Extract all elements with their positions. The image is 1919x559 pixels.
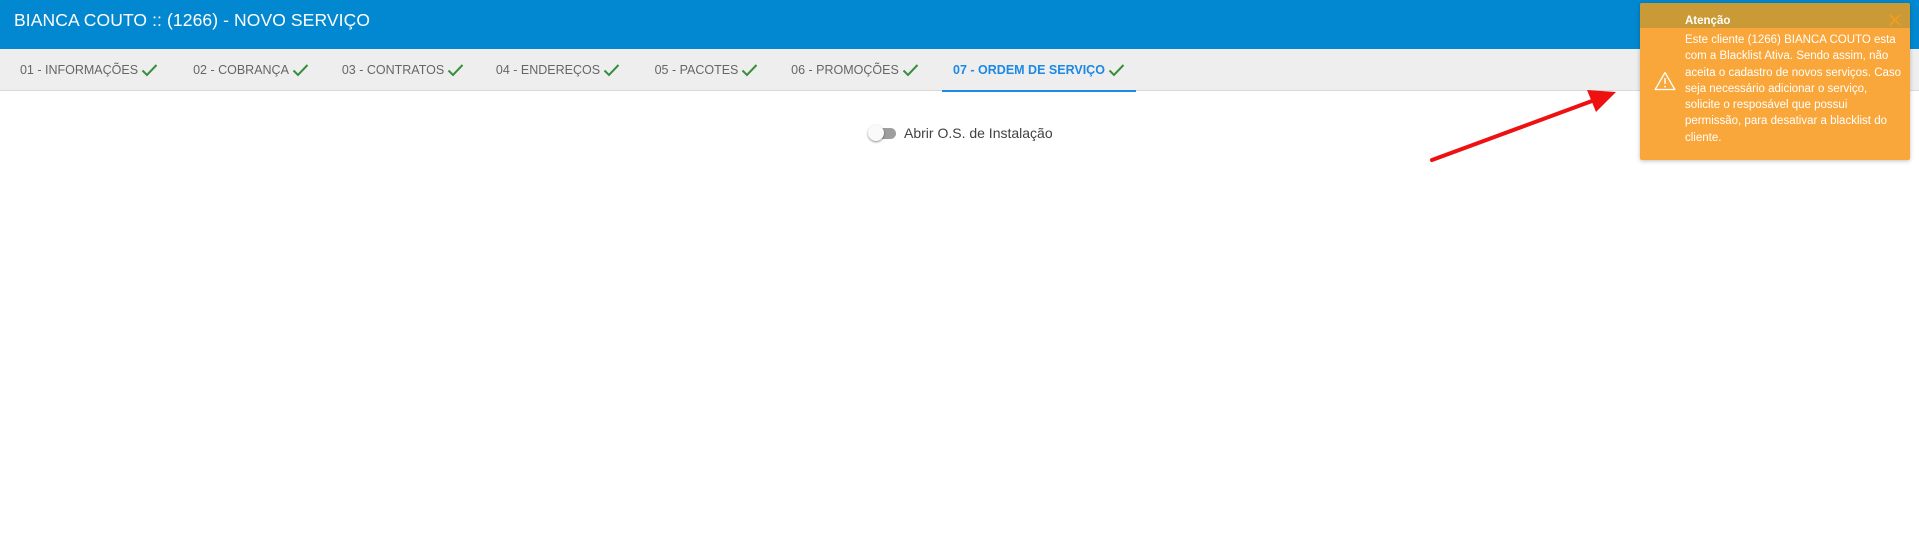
install-order-toggle[interactable] [866, 124, 898, 142]
check-icon [141, 64, 158, 77]
toast-header-strip [1640, 3, 1910, 28]
install-order-toggle-row: Abrir O.S. de Instalação [866, 124, 1053, 142]
toggle-knob [868, 125, 884, 141]
check-icon [447, 64, 464, 77]
annotation-arrow-shaft [1430, 99, 1594, 162]
toast-title: Atenção [1685, 15, 1731, 27]
tab-label: 06 - PROMOÇÕES [791, 63, 899, 77]
check-icon [603, 64, 620, 77]
tab-label: 02 - COBRANÇA [193, 63, 289, 77]
toast-message: Este cliente (1266) BIANCA COUTO esta co… [1685, 34, 1902, 144]
tab-label: 05 - PACOTES [654, 63, 739, 77]
warning-icon [1654, 71, 1676, 91]
warning-toast: Atenção Este cliente (1266) BIANCA COUTO… [1640, 3, 1910, 160]
tab-label: 03 - CONTRATOS [341, 63, 445, 77]
page-title: BIANCA COUTO :: (1266) - NOVO SERVIÇO [14, 10, 371, 30]
tab-pacotes[interactable]: 05 - PACOTES [648, 49, 765, 91]
install-order-toggle-label: Abrir O.S. de Instalação [904, 125, 1053, 141]
tab-informacoes[interactable]: 01 - INFORMAÇÕES [14, 49, 164, 91]
tab-enderecos[interactable]: 04 - ENDEREÇOS [491, 49, 625, 91]
tab-label: 07 - ORDEM DE SERVIÇO [953, 63, 1105, 77]
tab-cobranca[interactable]: 02 - COBRANÇA [187, 49, 315, 91]
tab-ordem-de-servico[interactable]: 07 - ORDEM DE SERVIÇO [942, 49, 1136, 92]
close-icon[interactable] [1887, 12, 1903, 28]
annotation-arrow-head [1587, 90, 1616, 112]
check-icon [292, 64, 309, 77]
wizard-tabs: 01 - INFORMAÇÕES 02 - COBRANÇA 03 - CONT… [0, 49, 1919, 92]
check-icon [902, 64, 919, 77]
check-icon [742, 64, 758, 77]
tab-contratos[interactable]: 03 - CONTRATOS [338, 49, 468, 91]
app-header: BIANCA COUTO :: (1266) - NOVO SERVIÇO [0, 0, 1919, 49]
tab-promocoes[interactable]: 06 - PROMOÇÕES [788, 49, 922, 91]
tab-label: 04 - ENDEREÇOS [495, 63, 601, 77]
check-icon [1108, 64, 1125, 77]
tab-label: 01 - INFORMAÇÕES [19, 63, 139, 77]
